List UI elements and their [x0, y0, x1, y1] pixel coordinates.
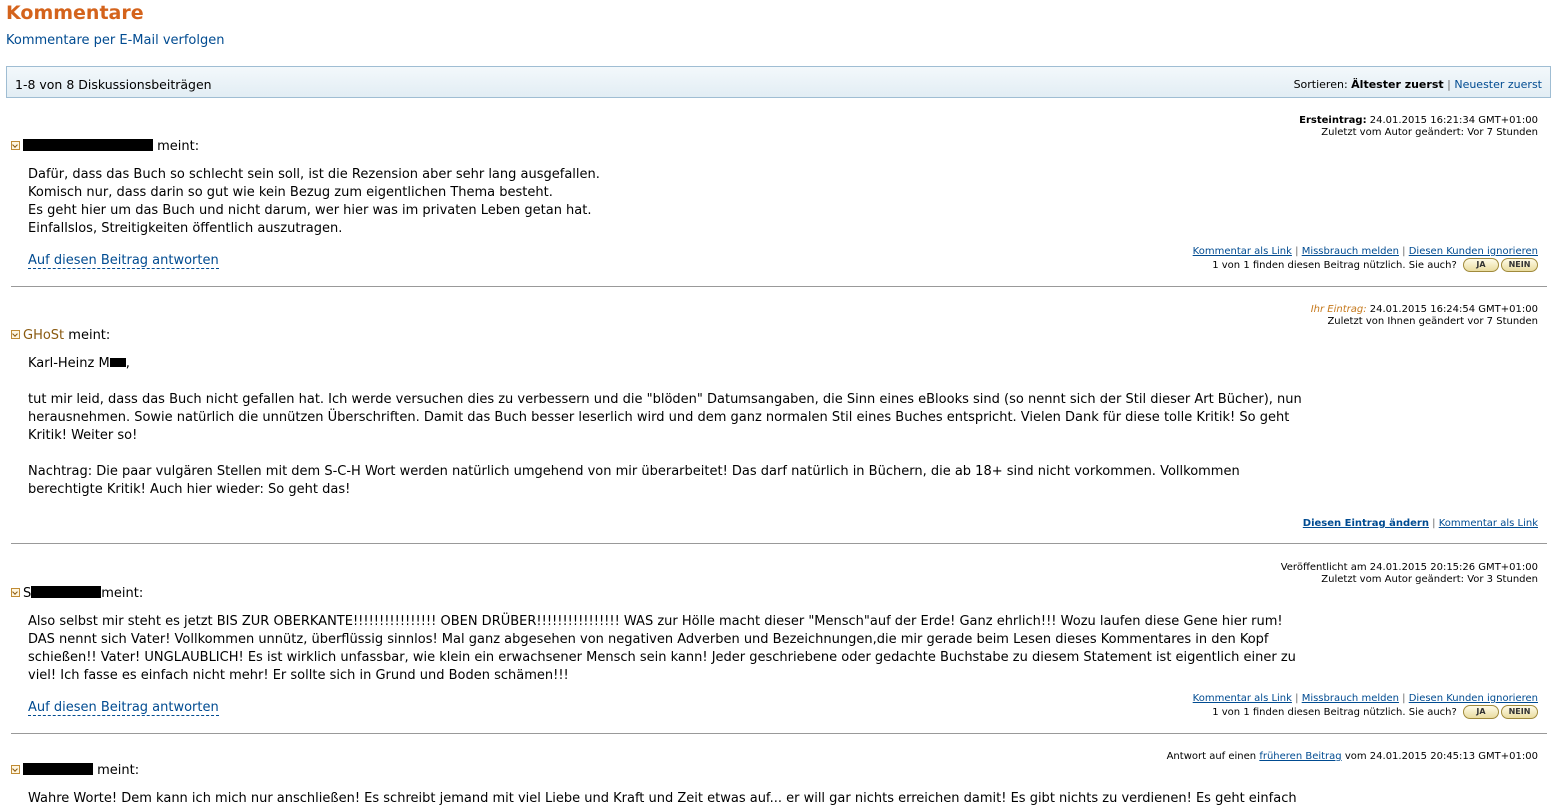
post-1-date: 24.01.2015 16:21:34 GMT+01:00: [1369, 115, 1538, 126]
post-3-meint: meint:: [101, 586, 144, 601]
post-4-author: meint:: [11, 763, 139, 778]
post-2-comment-link[interactable]: Kommentar als Link: [1439, 518, 1538, 529]
collapse-toggle-icon[interactable]: [11, 330, 20, 339]
post-2-meta-label: Ihr Eintrag:: [1310, 304, 1367, 315]
post-3-meta: Veröffentlicht am 24.01.2015 20:15:26 GM…: [1281, 562, 1538, 586]
separator: |: [1402, 693, 1406, 704]
post-2-salutation: Karl-Heinz M,: [28, 355, 1308, 373]
sort-separator: |: [1447, 78, 1451, 91]
post-3-edited: Zuletzt vom Autor geändert: Vor 3 Stunde…: [1321, 574, 1538, 585]
separator: |: [1295, 246, 1299, 257]
vote-no-button[interactable]: NEIN: [1501, 705, 1538, 719]
follow-comments-link[interactable]: Kommentare per E-Mail verfolgen: [6, 33, 225, 48]
post-4-meta: Antwort auf einen früheren Beitrag vom 2…: [1167, 751, 1538, 763]
post-3-ignore-link[interactable]: Diesen Kunden ignorieren: [1409, 693, 1538, 704]
post-4-meint: meint:: [97, 763, 140, 778]
post-1-author: meint:: [11, 139, 199, 154]
collapse-toggle-icon[interactable]: [11, 141, 20, 150]
vote-yes-button[interactable]: JA: [1463, 705, 1499, 719]
collapse-toggle-icon[interactable]: [11, 765, 20, 774]
helpful-question: 1 von 1 finden diesen Beitrag nützlich. …: [1212, 707, 1457, 718]
post-1-helpful: 1 von 1 finden diesen Beitrag nützlich. …: [1212, 258, 1538, 272]
separator: |: [1402, 246, 1406, 257]
divider: [11, 733, 1547, 734]
post-1-edited: Zuletzt vom Autor geändert: Vor 7 Stunde…: [1321, 127, 1538, 138]
post-4-meta-prefix: Antwort auf einen: [1166, 751, 1257, 762]
post-2-meint: meint:: [68, 328, 111, 343]
post-1-meint: meint:: [157, 139, 200, 154]
post-3-body: Also selbst mir steht es jetzt BIS ZUR O…: [28, 614, 1301, 683]
post-3-comment-link[interactable]: Kommentar als Link: [1193, 693, 1292, 704]
redacted-author-name: [23, 763, 93, 775]
helpful-question: 1 von 1 finden diesen Beitrag nützlich. …: [1212, 260, 1457, 271]
post-1-report-link[interactable]: Missbrauch melden: [1302, 246, 1399, 257]
post-1-reply-link[interactable]: Auf diesen Beitrag antworten: [28, 253, 219, 269]
post-3-reply-link[interactable]: Auf diesen Beitrag antworten: [28, 700, 219, 716]
post-2-edited: Zuletzt von Ihnen geändert vor 7 Stunden: [1327, 316, 1538, 327]
page-title: Kommentare: [6, 2, 144, 24]
post-3-date: Veröffentlicht am 24.01.2015 20:15:26 GM…: [1280, 562, 1538, 573]
post-1-meta-label: Ersteintrag:: [1299, 115, 1367, 126]
vote-yes-button[interactable]: JA: [1463, 258, 1499, 272]
post-1-ignore-link[interactable]: Diesen Kunden ignorieren: [1409, 246, 1538, 257]
salutation-text: Karl-Heinz M: [28, 356, 110, 371]
post-1-body: Dafür, dass das Buch so schlecht sein so…: [28, 167, 600, 236]
separator: |: [1295, 693, 1299, 704]
divider: [11, 543, 1547, 544]
divider: [11, 286, 1547, 287]
post-2-body: tut mir leid, dass das Buch nicht gefall…: [28, 392, 1302, 497]
salutation-comma: ,: [125, 356, 130, 371]
vote-no-button[interactable]: NEIN: [1501, 258, 1538, 272]
post-1-comment-link[interactable]: Kommentar als Link: [1193, 246, 1292, 257]
post-3-author: Smeint:: [11, 586, 143, 601]
redacted-author-name: [31, 586, 102, 598]
post-4-body: Wahre Worte! Dem kann ich mich nur ansch…: [28, 791, 1297, 806]
redacted-author-name: [23, 139, 153, 151]
separator: |: [1432, 518, 1436, 529]
post-4-date: vom 24.01.2015 20:45:13 GMT+01:00: [1344, 751, 1538, 762]
post-1-actions: Kommentar als Link | Missbrauch melden |…: [1193, 246, 1538, 257]
post-2-author-name[interactable]: GHoSt: [23, 328, 64, 343]
post-2-meta: Ihr Eintrag: 24.01.2015 16:24:54 GMT+01:…: [1311, 304, 1538, 328]
post-4-earlier-post-link[interactable]: früheren Beitrag: [1259, 751, 1341, 762]
post-3-author-initial: S: [23, 586, 32, 601]
post-1-meta: Ersteintrag: 24.01.2015 16:21:34 GMT+01:…: [1299, 115, 1538, 139]
redacted-surname: [109, 358, 126, 367]
sort-oldest-active: Ältester zuerst: [1351, 78, 1444, 91]
collapse-toggle-icon[interactable]: [11, 588, 20, 597]
post-count: 1-8 von 8 Diskussionsbeiträgen: [15, 77, 212, 92]
sort-label: Sortieren:: [1293, 78, 1348, 91]
sort-newest-link[interactable]: Neuester zuerst: [1454, 78, 1542, 91]
post-3-report-link[interactable]: Missbrauch melden: [1302, 693, 1399, 704]
post-2-actions: Diesen Eintrag ändern | Kommentar als Li…: [1303, 518, 1538, 529]
post-3-helpful: 1 von 1 finden diesen Beitrag nützlich. …: [1212, 705, 1538, 719]
post-2-edit-link[interactable]: Diesen Eintrag ändern: [1303, 518, 1429, 529]
post-3-actions: Kommentar als Link | Missbrauch melden |…: [1193, 693, 1538, 704]
discussion-bar: 1-8 von 8 Diskussionsbeiträgen Sortieren…: [6, 66, 1551, 98]
post-2-author: GHoSt meint:: [11, 328, 110, 343]
sort-controls: Sortieren: Ältester zuerst | Neuester zu…: [1294, 78, 1542, 91]
post-2-date: 24.01.2015 16:24:54 GMT+01:00: [1369, 304, 1538, 315]
